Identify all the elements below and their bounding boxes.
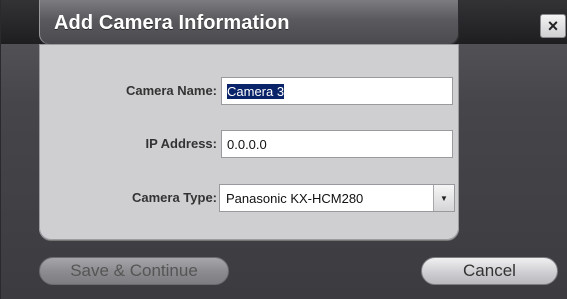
camera-name-row: Camera Name: Camera 3 bbox=[39, 77, 459, 105]
camera-type-label: Camera Type: bbox=[131, 190, 217, 205]
camera-name-field[interactable]: Camera 3 bbox=[221, 77, 453, 105]
ip-address-label: IP Address: bbox=[145, 136, 217, 151]
add-camera-dialog: Add Camera Information × Camera Name: Ca… bbox=[0, 0, 567, 299]
ip-address-row: IP Address: bbox=[39, 130, 459, 158]
dialog-title: Add Camera Information bbox=[54, 12, 290, 34]
close-button[interactable]: × bbox=[540, 14, 566, 38]
camera-name-label: Camera Name: bbox=[125, 83, 217, 98]
close-icon: × bbox=[547, 16, 559, 36]
camera-type-select[interactable]: Panasonic KX-HCM280 ▼ bbox=[219, 184, 455, 212]
form-panel: Camera Name: Camera 3 IP Address: Camera… bbox=[39, 44, 459, 240]
cancel-button[interactable]: Cancel bbox=[421, 257, 558, 285]
camera-name-value: Camera 3 bbox=[227, 83, 285, 99]
chevron-down-icon[interactable]: ▼ bbox=[433, 185, 454, 211]
save-continue-button[interactable]: Save & Continue bbox=[39, 257, 229, 285]
camera-type-value: Panasonic KX-HCM280 bbox=[226, 191, 364, 206]
camera-type-row: Camera Type: Panasonic KX-HCM280 ▼ bbox=[39, 184, 459, 212]
ip-address-field[interactable] bbox=[221, 130, 453, 158]
